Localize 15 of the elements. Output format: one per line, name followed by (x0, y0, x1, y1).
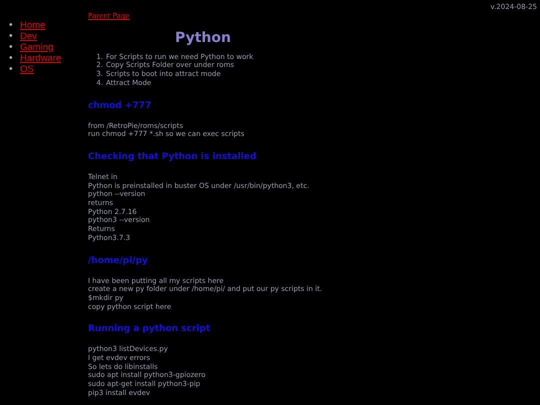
nav-link[interactable]: Hardware (20, 53, 62, 64)
page-title: Python (175, 28, 231, 47)
section-heading: chmod +777 (88, 100, 152, 113)
bullet-mark: • (8, 42, 15, 53)
section-heading: Checking that Python is installed (88, 150, 256, 164)
bullet-mark: • (8, 31, 15, 42)
nav-link[interactable]: Gaming (20, 42, 54, 53)
nav-link[interactable]: OS (20, 64, 34, 75)
section-heading: /home/pi/py (88, 254, 148, 268)
bullet-mark: • (8, 53, 15, 64)
bullet-mark: • (8, 20, 15, 31)
nav-link[interactable]: Home (20, 20, 46, 31)
nav-link[interactable]: Dev (20, 31, 37, 42)
section-heading: Running a python script (88, 323, 210, 336)
bullet-mark: • (8, 64, 15, 75)
